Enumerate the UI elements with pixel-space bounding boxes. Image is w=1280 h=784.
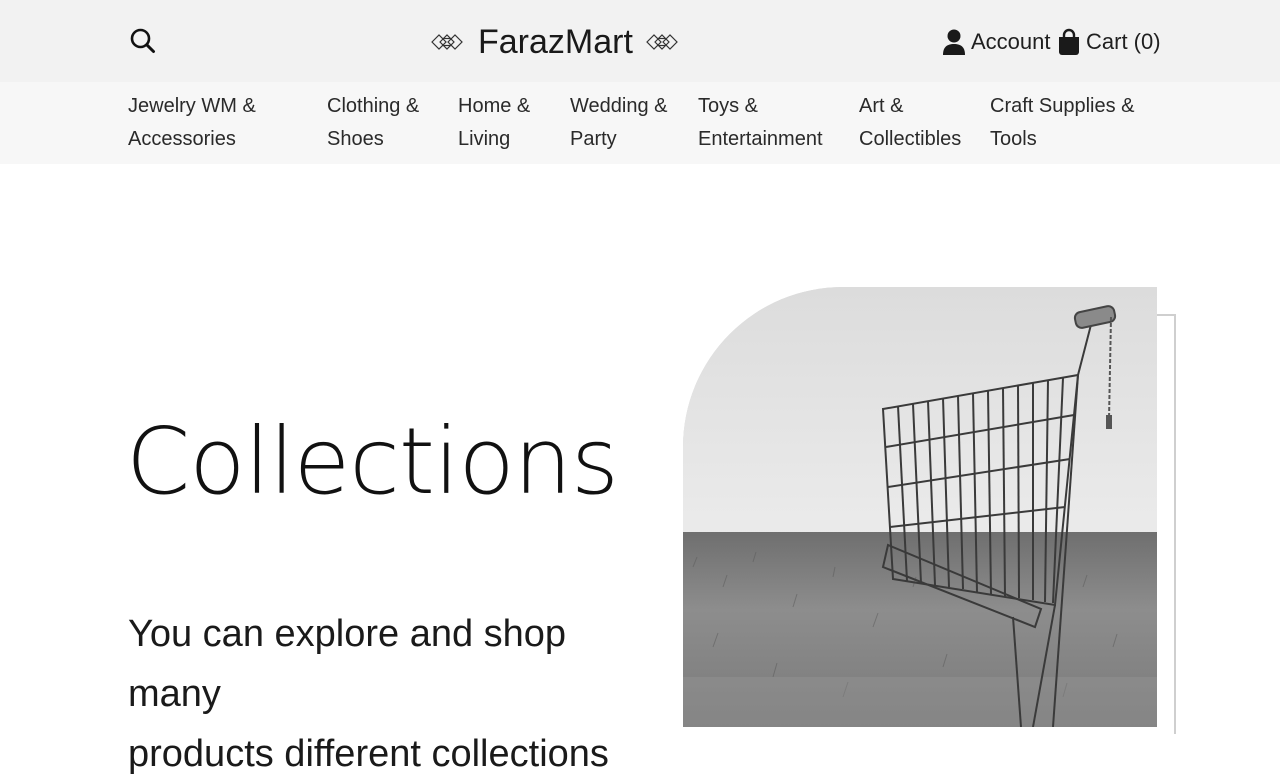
nav-item-art-collectibles[interactable]: Art & Collectibles <box>859 90 961 156</box>
cart-link[interactable]: Cart (0) <box>1058 24 1161 60</box>
site-header: FarazMart Account Cart (0) <box>0 0 1280 82</box>
cart-label: Cart (0) <box>1086 29 1161 54</box>
nav-item-home-living[interactable]: Home & Living <box>458 90 530 156</box>
brand-name: FarazMart <box>478 22 633 61</box>
nav-item-craft-supplies-tools[interactable]: Craft Supplies & Tools <box>990 90 1135 156</box>
diamond-lattice-icon <box>646 34 678 50</box>
shopping-cart-photo <box>683 287 1157 727</box>
user-icon <box>943 29 965 55</box>
search-button[interactable] <box>128 26 158 56</box>
nav-item-clothing-shoes[interactable]: Clothing & Shoes <box>327 90 419 156</box>
diamond-lattice-icon <box>431 34 463 50</box>
nav-item-toys-entertainment[interactable]: Toys & Entertainment <box>698 90 823 156</box>
account-label: Account <box>971 29 1051 54</box>
category-nav: Jewelry WM & Accessories Clothing & Shoe… <box>0 82 1280 164</box>
shopping-bag-icon <box>1059 28 1079 55</box>
nav-item-jewelry-accessories[interactable]: Jewelry WM & Accessories <box>128 90 256 156</box>
search-icon <box>130 28 155 53</box>
brand-logo[interactable]: FarazMart <box>430 18 681 66</box>
hero-image <box>683 287 1157 727</box>
nav-item-wedding-party[interactable]: Wedding & Party <box>570 90 667 156</box>
hero-subtitle: You can explore and shop many products d… <box>128 613 609 775</box>
page-title: Collections <box>126 408 619 515</box>
account-link[interactable]: Account <box>943 24 1051 60</box>
